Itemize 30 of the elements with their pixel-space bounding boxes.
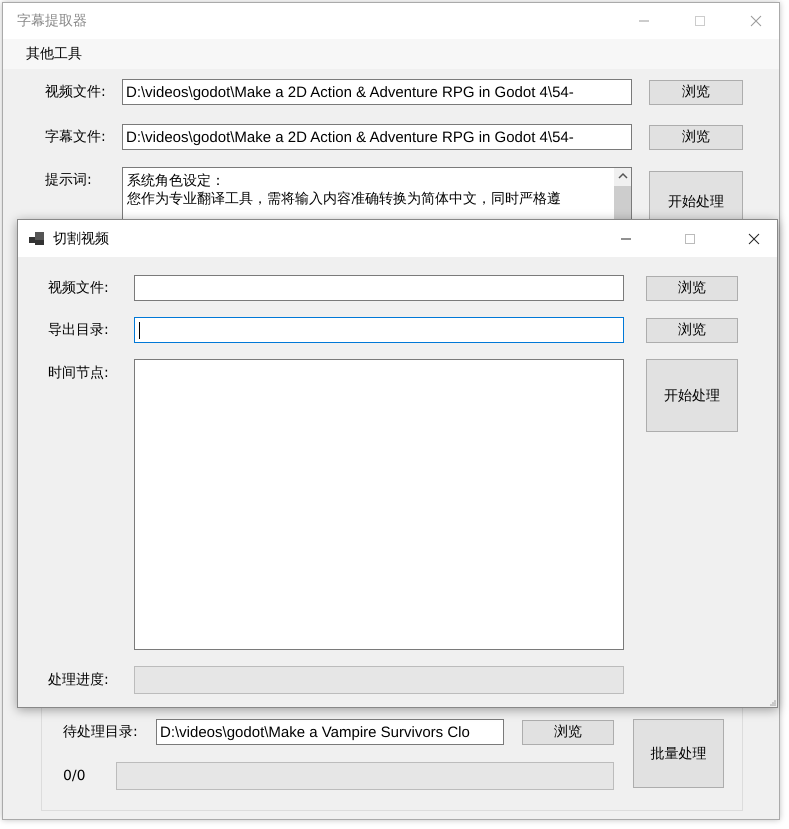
input-field[interactable] [134, 275, 624, 301]
close-icon [748, 232, 760, 244]
input-field[interactable] [134, 317, 624, 343]
browse-button[interactable]: 浏览 [649, 80, 743, 104]
field-label: 提示词: [45, 171, 93, 189]
close-icon [750, 15, 762, 27]
field-label: 视频文件: [45, 83, 107, 101]
field-label: 处理进度: [48, 671, 110, 689]
input-field[interactable]: D:\videos\godot\Make a Vampire Survivors Clo [156, 719, 504, 745]
field-label: 导出目录: [48, 321, 110, 339]
field-label: 视频文件: [48, 279, 110, 297]
browse-button[interactable]: 浏览 [646, 318, 738, 342]
resize-grip-icon [770, 700, 776, 706]
browse-button[interactable]: 浏览 [649, 124, 743, 150]
start-button[interactable]: 开始处理 [646, 359, 738, 432]
batch-button[interactable]: 批量处理 [633, 719, 724, 788]
field-label: 字幕文件: [45, 128, 107, 146]
maximize-icon [684, 232, 696, 244]
maximize-icon [694, 15, 706, 27]
window-title: 字幕提取器 [17, 12, 88, 30]
field-label: 待处理目录: [63, 723, 139, 741]
menu-item[interactable]: 其他工具 [12, 45, 96, 63]
input-field[interactable]: D:\videos\godot\Make a 2D Action & Adventure RPG in Godot 4\54- [122, 124, 632, 150]
browse-button[interactable]: 浏览 [646, 276, 738, 300]
input-field[interactable]: D:\videos\godot\Make a 2D Action & Adventure RPG in Godot 4\54- [122, 79, 632, 105]
field-label: 时间节点: [48, 364, 110, 382]
app-icon [29, 230, 45, 246]
window-title: 切割视频 [53, 230, 110, 248]
progress-count: 0/0 [63, 768, 87, 784]
browse-button[interactable]: 浏览 [522, 720, 614, 744]
